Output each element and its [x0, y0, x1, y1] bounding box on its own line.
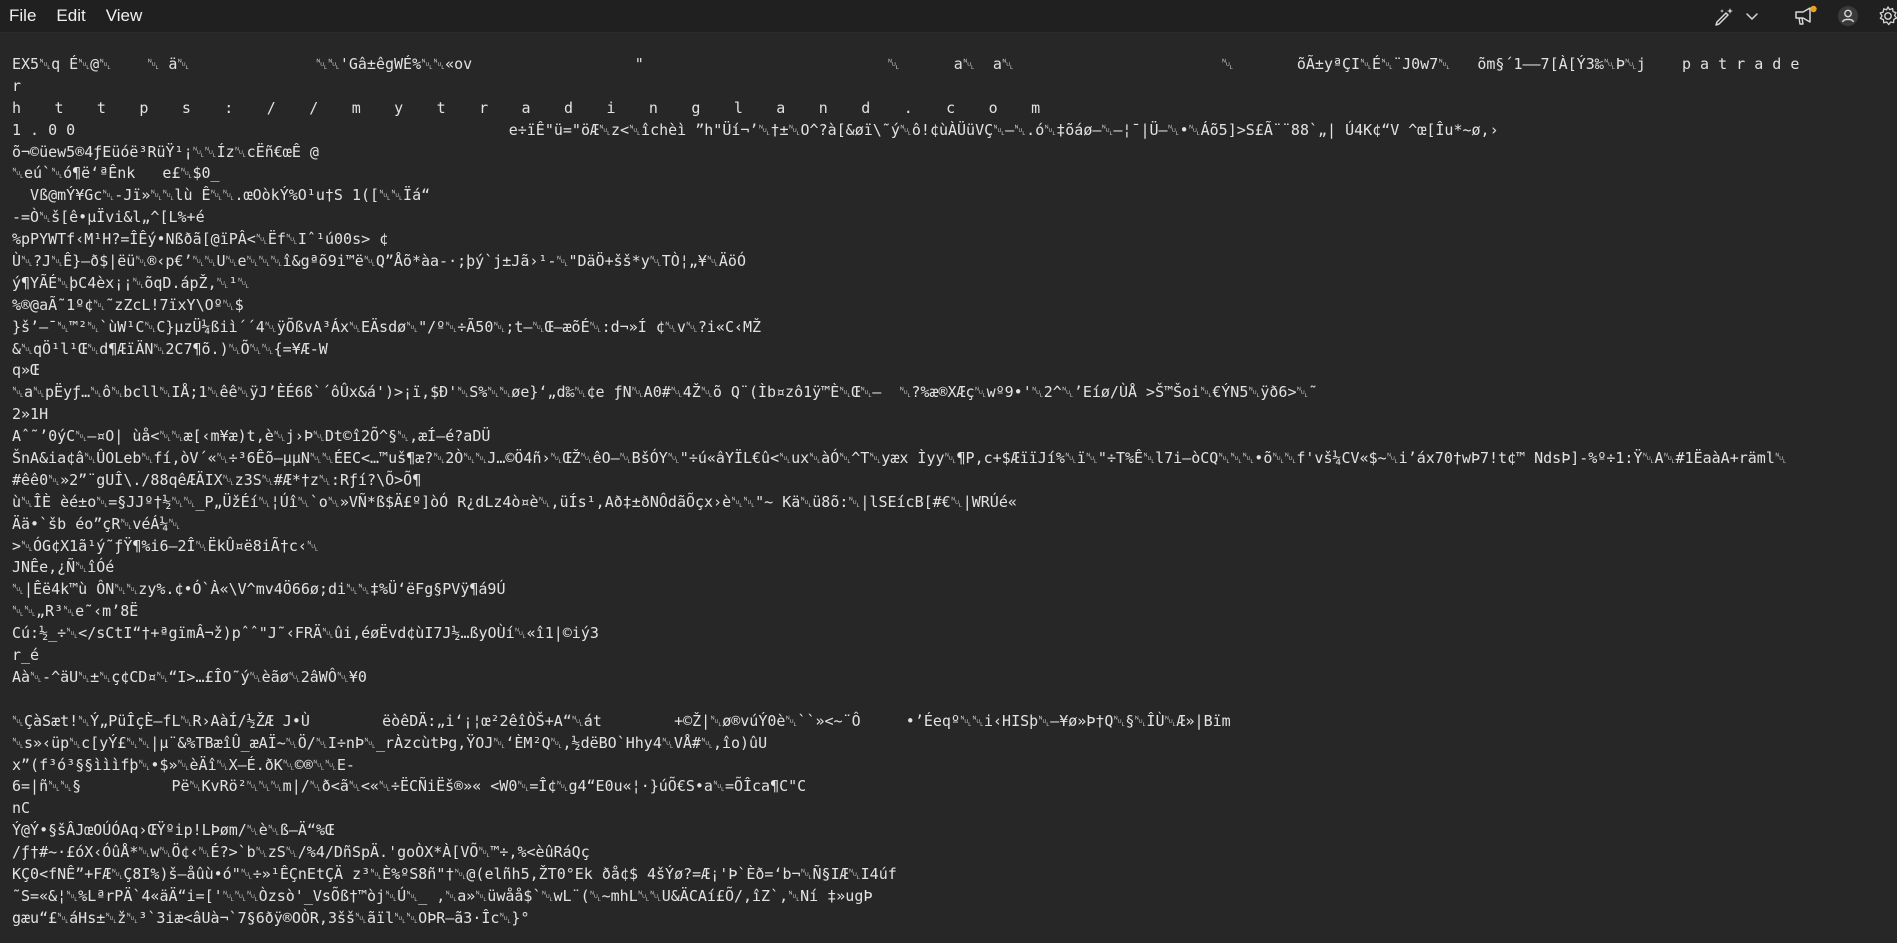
text-line: 2»1H	[12, 405, 49, 424]
text-line: Aˆ˜’0ýC␀–¤O| ùå<␀␀æ[‹m¥æ)t,è␀j›Þ␀Dt©î2Õ^…	[12, 427, 491, 446]
text-line: Vß@mÝ¥Gc␀-Jï»␀␀lù Ê␀␀.œOòkÝ%O¹u†S 1([␀␀Ï…	[12, 186, 431, 205]
text-line: EX5␀q É␀@␀ ␀ ä␀ ␀␀'Gâ±êgWÉ%␀␀«ov " ␀ a␀ …	[12, 55, 1800, 73]
menu-edit[interactable]: Edit	[46, 0, 95, 32]
title-toolbar	[1709, 0, 1897, 32]
text-line: &␀qÖ¹l¹Œ␀d¶ÆïÄN␀2C7¶õ.)␀Õ␀␀{=¥Æ-W	[12, 339, 328, 358]
text-editor[interactable]: EX5␀q É␀@␀ ␀ ä␀ ␀␀'Gâ±êgWÉ%␀␀«ov " ␀ a␀ …	[0, 33, 1897, 943]
text-line: Aà␀-^äU␀±␀ç¢CD¤␀“I>…£ÎO˜ý␀èãø␀2âWÔ␀¥0	[12, 667, 367, 686]
text-line: ý¶YÃÉ␀þC4èx¡¡␀õqD.ápŽ,␀¹␀	[12, 273, 250, 292]
text-line: õ¬©üew5®4ƒEüóë³RüŸ¹¡␀␀Íz␀cËñ€œÊ @	[12, 142, 319, 161]
chevron-down-icon	[1745, 11, 1759, 21]
text-line: #êê0␀»2”¨gUÎ\./88qêÆÄIX␀z3S␀#Æ*†z␀:Rƒí?\…	[12, 470, 422, 489]
feedback-button[interactable]	[1787, 0, 1825, 32]
text-line: ␀␀„R³␀e˜‹m’8Ë	[12, 602, 139, 621]
text-line: Ää•`šb éo”çR␀véÁ¼␀	[12, 514, 181, 533]
text-line: ␀ÇàSæt!␀Ý„PüÎçÈ–fL␀R›AàÍ/½ŽÆ J•Ù ëòêDÄ:„…	[12, 711, 1231, 730]
text-line: /ƒ†#~·£óX‹ÓûÅ*␀w␀Ö¢‹␀É?>`b␀zS␀/%4/DñSpÄ.…	[12, 843, 590, 862]
text-line: -=Ò␀š[ê•µÏvi&l„^[L%+é	[12, 208, 205, 227]
text-line: Cú:½_÷␀</sCtI“†+ªgïmÂ¬ž)pˆˆ"J˜‹FRÄ␀ûi,éø…	[12, 624, 599, 643]
text-line: h t t p s : / / m y t r a d i n g l a n …	[12, 98, 1053, 117]
menu-view[interactable]: View	[96, 0, 153, 32]
text-line: }š’–¯␀™²␀`ùW¹C␀C}µzÜ¼ßiì´´4␀ÿÕßvA³Áx␀EÄs…	[12, 317, 762, 336]
copilot-pen-button[interactable]	[1709, 0, 1739, 32]
text-line: Ý@Ý•§šÂJœOÚÓAq›ŒŸºip!LÞøm/␀è␀ß—Ä“%Œ	[12, 821, 335, 840]
settings-button[interactable]	[1867, 0, 1897, 32]
text-line: >␀ÓG¢X1ã¹ý˜ƒŸ¶%i6–2Î␀ËkÛ¤ë8iÃ†c‹␀	[12, 536, 319, 555]
text-line: ŠnA&ia¢â␀ÛOLeb␀fí,òV´«␀÷³6Êõ–µµN␀␀ÉEC<…™…	[12, 449, 1787, 468]
text-line: ␀eú`␀ó¶ë‘ªÊnk e£␀$0_	[12, 164, 220, 183]
text-line: ␀|Êë4k™ù ÔN␀␀zy%.¢•Ó`À«\V^mv4Ö66ø;di␀␀‡%…	[12, 580, 506, 599]
copilot-dropdown-button[interactable]	[1739, 0, 1765, 32]
text-line: ␀a␀pËyƒ…␀ô␀bcll␀IÅ;1␀êê␀ÿJ’ÈÉ6ß`´ôÛx&á')…	[12, 383, 1318, 402]
text-line: Ù␀?J␀Ê}–ð$|ëü␀®‹p€’␀␀U␀e␀␀␀î&gªõ9i™ë␀Q”Å…	[12, 252, 746, 271]
text-line: x”(f³ó³§§ìììfþ␀•$»␀èÄî␀X–É.ðK␀©®␀␀E-	[12, 755, 355, 774]
feedback-icon	[1793, 5, 1819, 27]
text-line: gæu“£␀áHs±␀ž␀³`3iæ<âUà¬`7§6ðÿ®OÒR,3šš␀ãï…	[12, 908, 530, 927]
text-line	[12, 689, 1883, 711]
copilot-pen-icon	[1713, 6, 1735, 26]
text-line: JNÊe,¿Ñ␀îÓé	[12, 558, 115, 577]
editor-content[interactable]: EX5␀q É␀@␀ ␀ ä␀ ␀␀'Gâ±êgWÉ%␀␀«ov " ␀ a␀ …	[12, 54, 1883, 930]
menu-bar: File Edit View	[0, 0, 1897, 32]
text-line: %®@aÃ˜1º¢␀˜zZcL!7ïxY\Oº␀$	[12, 295, 244, 314]
text-line: r_é	[12, 646, 40, 665]
text-line: q»Œ	[12, 361, 40, 380]
text-line: KÇ0<fNÊ”+FÆ␀Ç8I%)š–åûù•ó"␀÷»¹ÊÇnEtÇÄ z³␀…	[12, 864, 897, 883]
menu-file[interactable]: File	[0, 0, 46, 32]
text-line: 1 . 0 0 e÷ïÊ"ü="öÆ␀z<␀îchèì ”h"Üí¬’␀†±␀O…	[12, 120, 1499, 139]
text-line: ù␀ÎÈ èé±o␀=§JJº†½␀␀_P„ÜžÉí␀¦Úî␀`o␀»VÑ*ß$…	[12, 492, 1017, 511]
account-icon	[1836, 4, 1860, 28]
text-line: %pPYWTf‹M¹H?=ÎÊý•Nßðã[@ïPÂ<␀Ëf␀Iˆ¹ú00s> …	[12, 230, 389, 249]
text-line: r	[12, 76, 22, 95]
text-line: 6=|ñ␀␀§ Pë␀KvRö²␀␀␀m|/␀ð<ã␀<«␀÷ËCÑiËš®»«…	[12, 777, 807, 796]
notification-dot	[1810, 5, 1817, 13]
text-line: nC	[12, 799, 31, 818]
text-line: ˜S=«&¦␀%LªrPÄ`4«äÄ“i=['␀␀␀Òzsò'_VsÕß†™òj…	[12, 886, 873, 905]
account-button[interactable]	[1829, 0, 1867, 32]
gear-icon	[1877, 5, 1897, 27]
text-line: ␀s»‹üp␀c[yÝ£␀␀|µ¨&%TBæîÛ_æAÏ~␀Ö/␀I÷nÞ␀_r…	[12, 733, 768, 752]
